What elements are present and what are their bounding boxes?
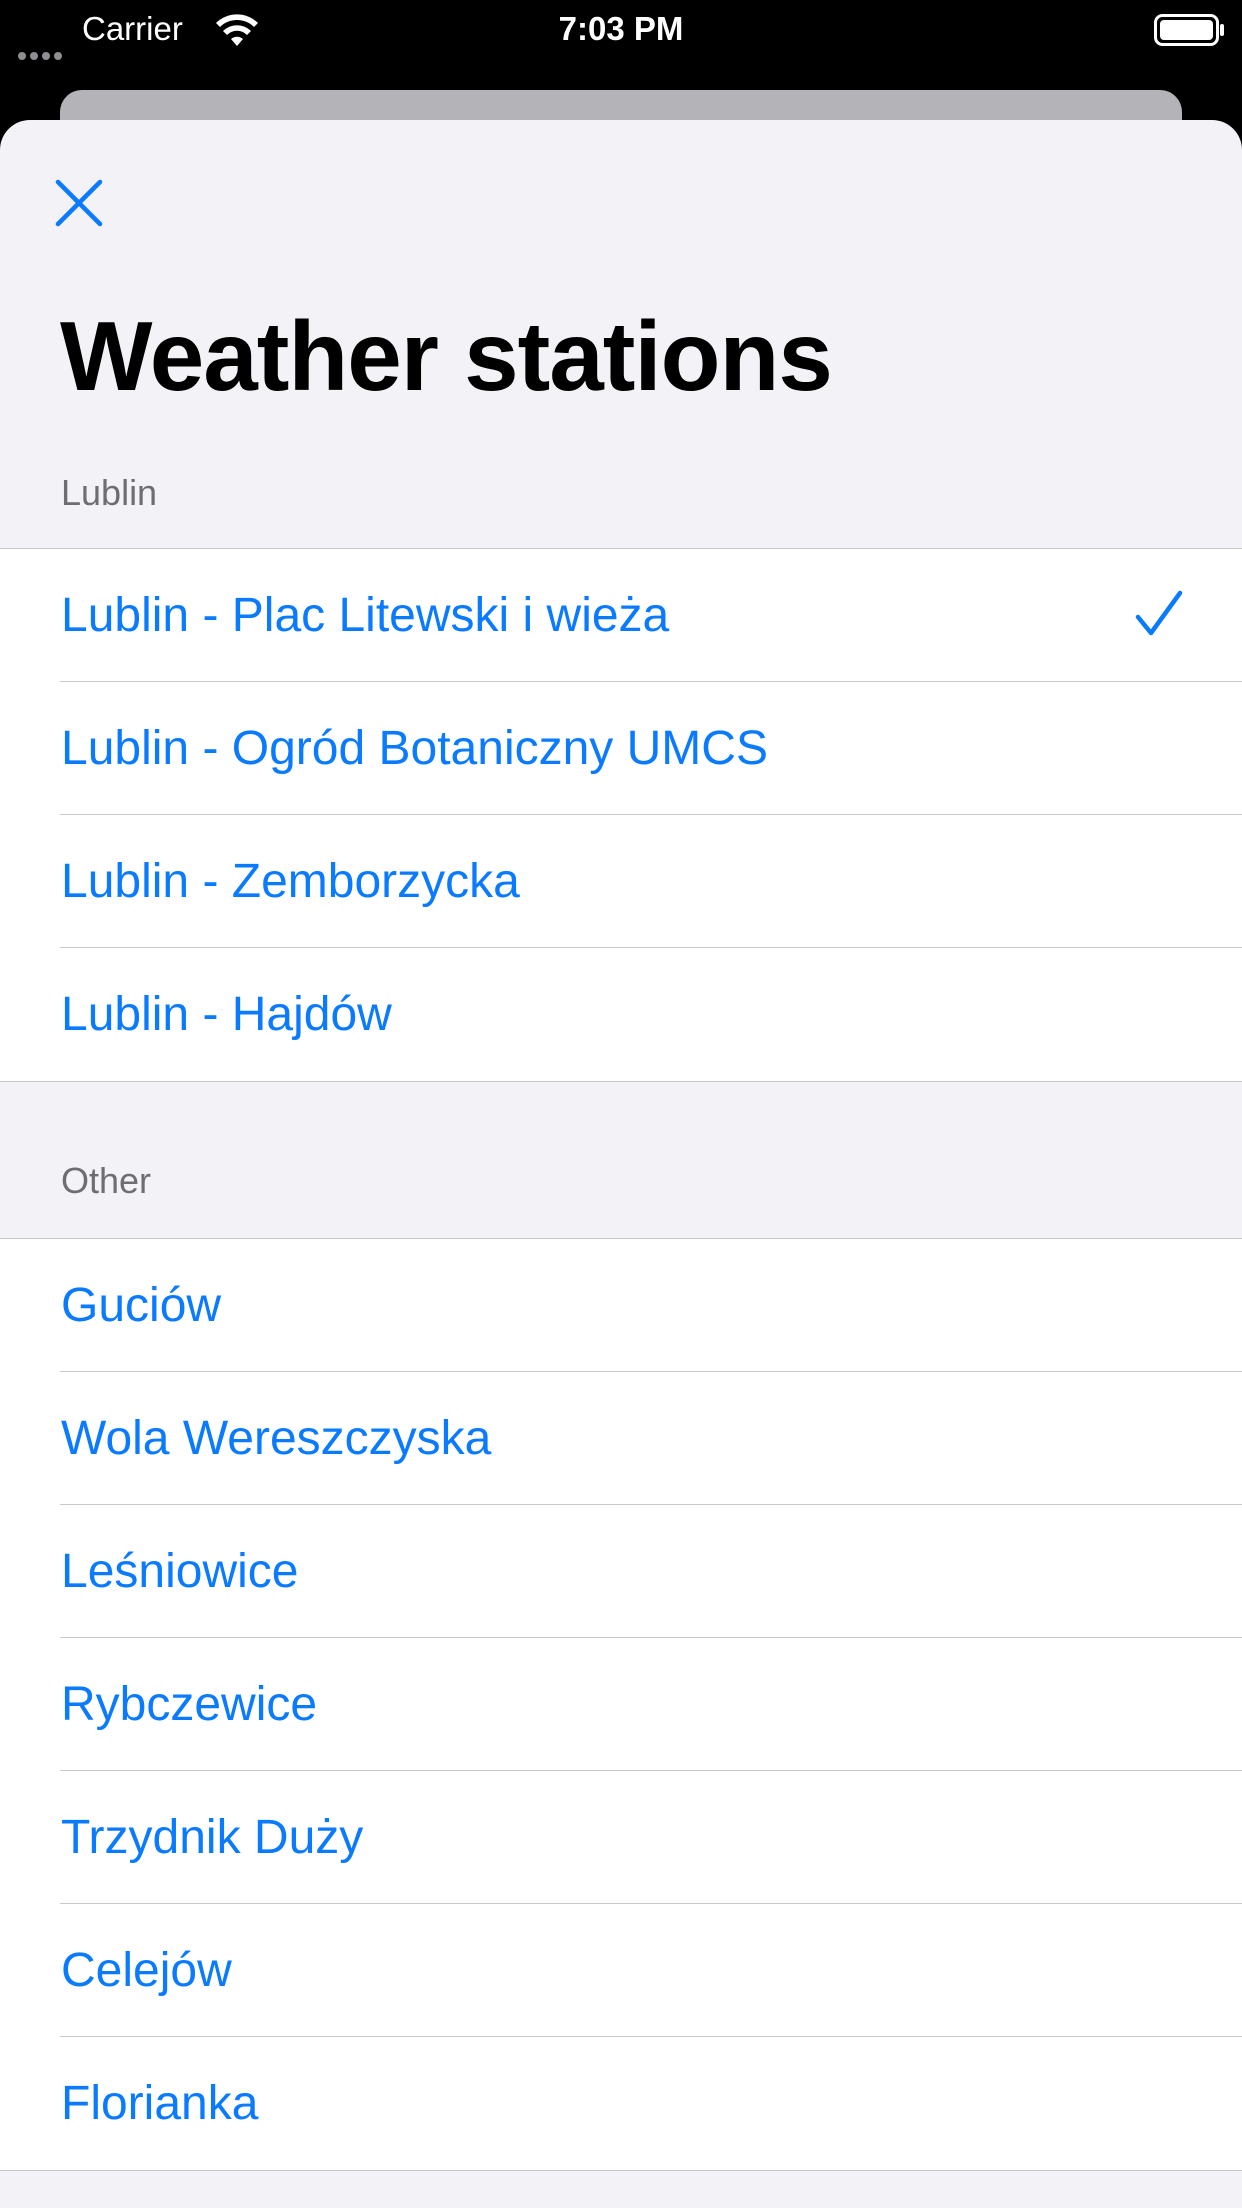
station-label: Florianka [61, 2077, 259, 2130]
section-other: Guciów Wola Wereszczyska Leśniowice Rybc… [0, 1238, 1242, 2171]
weather-stations-sheet: Weather stations Lublin Lublin - Plac Li… [0, 120, 1242, 2208]
station-label: Trzydnik Duży [61, 1811, 364, 1864]
list-item[interactable]: Trzydnik Duży [0, 1771, 1242, 1904]
list-item[interactable]: Florianka [0, 2037, 1242, 2170]
close-icon[interactable] [52, 176, 108, 232]
station-label: Lublin - Ogród Botaniczny UMCS [61, 722, 768, 775]
section-header-other: Other [61, 1160, 152, 1201]
list-item[interactable]: Leśniowice [0, 1505, 1242, 1638]
station-label: Lublin - Plac Litewski i wieża [61, 589, 670, 642]
status-bar: Carrier 7:03 PM [0, 0, 1242, 60]
station-label: Wola Wereszczyska [61, 1412, 492, 1465]
station-label: Lublin - Zemborzycka [61, 855, 520, 908]
battery-icon [1154, 14, 1224, 46]
station-label: Guciów [61, 1279, 222, 1332]
list-item[interactable]: Lublin - Plac Litewski i wieża [0, 549, 1242, 682]
page-title: Weather stations [60, 301, 833, 411]
status-time: 7:03 PM [558, 10, 684, 47]
list-item[interactable]: Lublin - Ogród Botaniczny UMCS [0, 682, 1242, 815]
list-item[interactable]: Guciów [0, 1239, 1242, 1372]
station-label: Lublin - Hajdów [61, 988, 392, 1041]
station-label: Rybczewice [61, 1678, 318, 1731]
list-item[interactable]: Celejów [0, 1904, 1242, 2037]
section-lublin: Lublin - Plac Litewski i wieża Lublin - … [0, 548, 1242, 1082]
list-item[interactable]: Wola Wereszczyska [0, 1372, 1242, 1505]
station-label: Celejów [61, 1944, 232, 1997]
list-item[interactable]: Rybczewice [0, 1638, 1242, 1771]
list-item[interactable]: Lublin - Zemborzycka [0, 815, 1242, 948]
section-header-lublin: Lublin [61, 472, 158, 513]
station-label: Leśniowice [61, 1545, 299, 1598]
checkmark-icon [1135, 590, 1183, 636]
list-item[interactable]: Lublin - Hajdów [0, 948, 1242, 1081]
